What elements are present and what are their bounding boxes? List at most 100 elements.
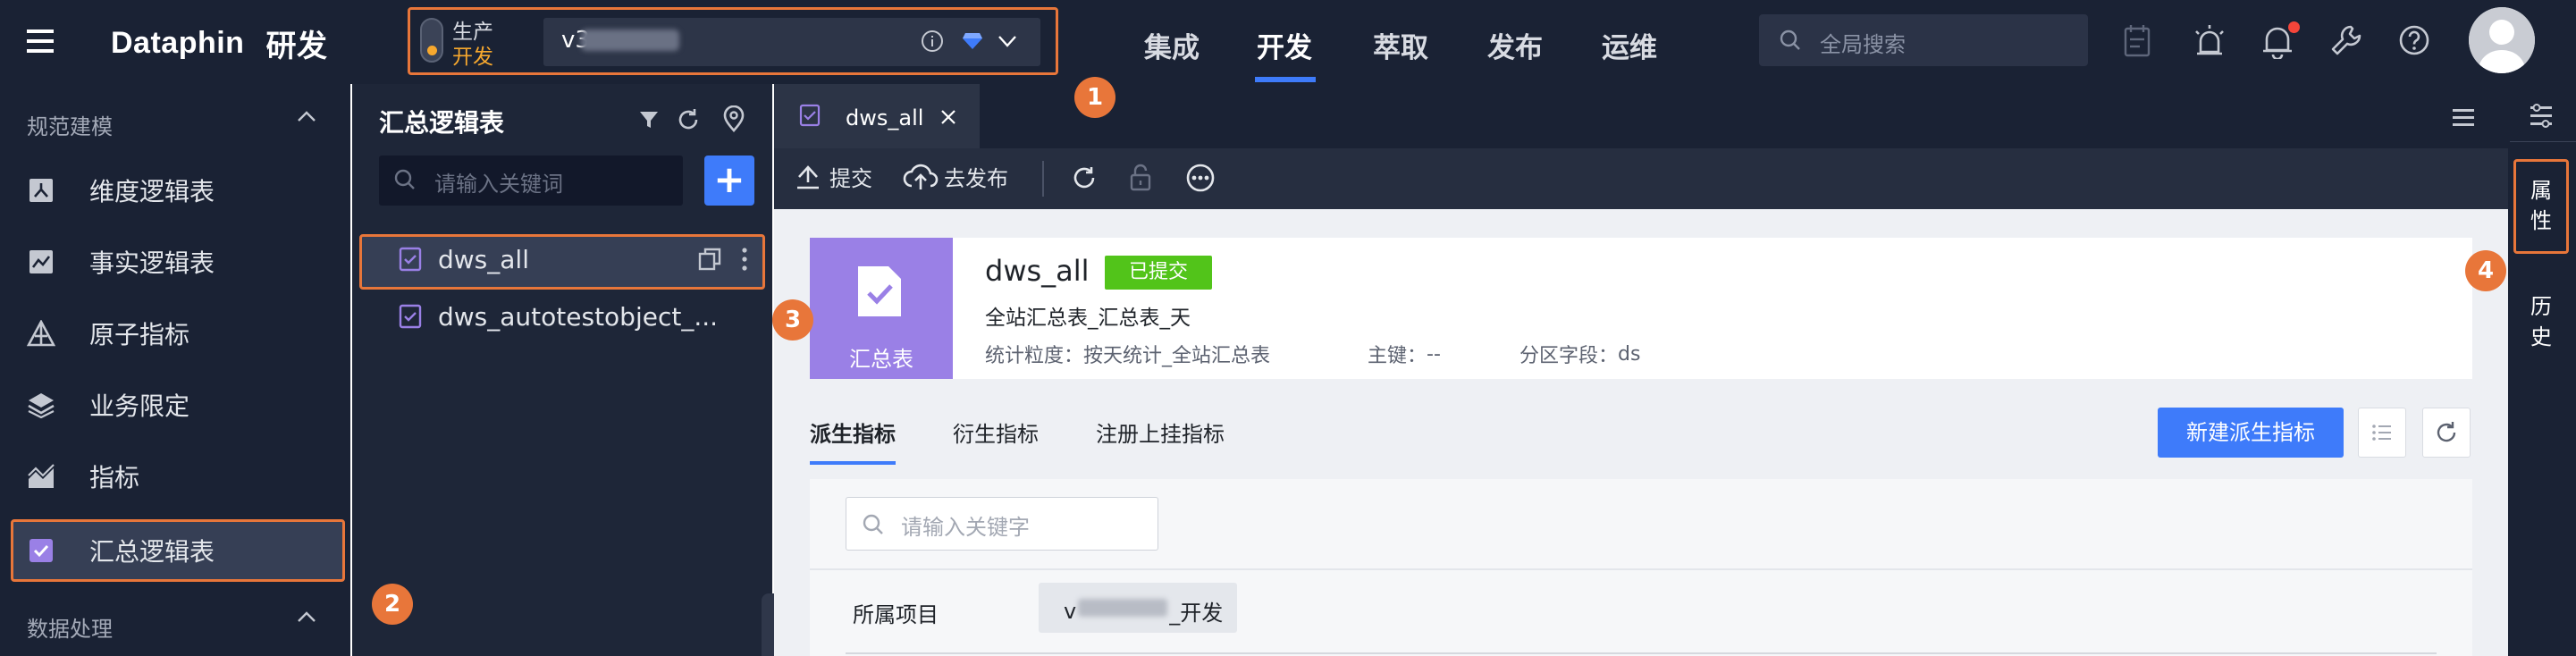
search-icon (393, 168, 417, 191)
sidebar-item-label: 事实逻辑表 (89, 248, 215, 278)
nav-develop[interactable]: 开发 (1257, 25, 1312, 65)
sidebar-item-label: 原子指标 (89, 320, 190, 349)
history-tab[interactable]: 历 史 (2528, 291, 2555, 352)
list-view-button[interactable] (2358, 408, 2406, 458)
app-logo[interactable]: Dataphin 研发 (111, 23, 327, 63)
sidebar-item-business-filter[interactable]: 业务限定 (23, 377, 336, 433)
callout-marker-1: 1 (1074, 77, 1115, 118)
panel-title: 汇总逻辑表 (379, 108, 505, 138)
primary-key-meta: 主键： -- (1368, 340, 1441, 368)
filter-icon[interactable] (638, 109, 660, 130)
sidebar-item-summary-table[interactable]: 汇总逻辑表 (23, 523, 336, 578)
sidebar-item-atomic-metric[interactable]: 原子指标 (23, 306, 336, 361)
callout-marker-3: 3 (772, 299, 813, 341)
unlock-icon (1128, 163, 1153, 191)
active-tab-indicator (810, 461, 896, 465)
status-badge: 已提交 (1105, 256, 1212, 290)
chevron-up-icon[interactable] (295, 105, 318, 129)
search-icon (862, 513, 885, 536)
meta-label: 主键： (1368, 345, 1427, 367)
tab-registered-metrics[interactable]: 注册上挂指标 (1096, 416, 1225, 448)
divider (2510, 141, 2576, 142)
refresh-icon (2437, 422, 2456, 442)
active-nav-indicator (1255, 77, 1316, 82)
meta-label: 统计粒度： (985, 345, 1084, 367)
sidebar-item-dimension-table[interactable]: 维度逻辑表 (23, 163, 336, 218)
refresh-icon[interactable] (676, 107, 701, 132)
close-icon[interactable] (940, 109, 956, 125)
editor-toolbar (774, 148, 2508, 209)
logo-text: Dataphin (111, 25, 245, 60)
table-name: dws_all (985, 254, 1090, 288)
global-search-input[interactable] (1759, 14, 2088, 66)
refresh-button[interactable] (2422, 408, 2471, 458)
user-avatar[interactable] (2469, 7, 2535, 73)
tab-label: dws_all (846, 105, 924, 130)
char: 性 (2530, 208, 2552, 233)
attributes-tab-label: 属 性 (2528, 175, 2555, 236)
chevron-up-icon[interactable] (295, 606, 318, 629)
summary-table-icon (399, 304, 422, 329)
add-summary-table-button[interactable]: + (704, 156, 754, 206)
notification-dot (2288, 21, 2300, 33)
copy-icon[interactable] (697, 247, 722, 272)
chip-suffix: _开发 (1169, 601, 1224, 626)
sidebar-item-label: 业务限定 (89, 391, 190, 421)
char: 属 (2530, 178, 2552, 203)
partition-field-meta: 分区字段： ds (1520, 340, 1640, 368)
panel-settings-icon[interactable] (2528, 102, 2555, 129)
meta-value: ds (1618, 342, 1641, 366)
granularity-meta: 统计粒度： 按天统计_全站汇总表 (985, 340, 1270, 368)
sidebar-item-fact-table[interactable]: 事实逻辑表 (23, 234, 336, 290)
sidebar-item-metric[interactable]: 指标 (23, 449, 336, 504)
nav-extract[interactable]: 萃取 (1373, 25, 1428, 65)
section-data-processing-title[interactable]: 数据处理 (27, 611, 113, 643)
type-label: 汇总表 (849, 347, 913, 372)
nav-integration[interactable]: 集成 (1144, 25, 1200, 65)
section-modeling-title[interactable]: 规范建模 (27, 109, 113, 140)
search-icon (1779, 29, 1802, 52)
go-publish-label: 去发布 (944, 166, 1008, 191)
refresh-icon[interactable] (1071, 164, 1098, 191)
tab-derived-metrics[interactable]: 派生指标 (810, 416, 896, 448)
calendar-report-icon[interactable] (2122, 23, 2154, 59)
panel-resize-handle[interactable] (762, 593, 774, 656)
submit-label: 提交 (829, 166, 872, 191)
atomic-metric-icon (23, 315, 59, 351)
char: 史 (2530, 324, 2552, 349)
toolbar-divider (1042, 161, 1044, 197)
help-icon[interactable] (2397, 23, 2431, 57)
list-item-label[interactable]: dws_autotestobject_... (438, 302, 718, 332)
chevron-down-icon[interactable] (996, 29, 1019, 53)
redacted-project-name (1078, 599, 1167, 617)
env-switch-toggle[interactable] (420, 18, 443, 63)
divider (810, 568, 2472, 570)
alarm-icon[interactable] (2192, 23, 2227, 59)
submit-button[interactable]: 提交 (794, 161, 872, 192)
locate-icon[interactable] (722, 105, 745, 132)
callout-marker-4: 4 (2465, 250, 2506, 291)
diamond-icon (962, 31, 983, 51)
editor-tab-bar (774, 84, 2508, 148)
info-icon[interactable] (921, 29, 944, 53)
nav-operations[interactable]: 运维 (1602, 25, 1657, 65)
new-derived-metric-button[interactable]: 新建派生指标 (2158, 408, 2344, 458)
tab-composite-metrics[interactable]: 衍生指标 (953, 416, 1039, 448)
tab-list-menu-icon[interactable] (2451, 105, 2476, 129)
module-title: 研发 (265, 29, 328, 63)
nav-publish[interactable]: 发布 (1487, 25, 1543, 65)
more-actions-icon[interactable] (1185, 163, 1216, 193)
metric-search-placeholder: 请输入关键字 (901, 515, 1030, 540)
env-dev-label[interactable]: 开发 (452, 39, 493, 70)
chip-prefix: v (1064, 598, 1077, 624)
go-publish-button[interactable]: 去发布 (903, 161, 1008, 192)
hamburger-menu-icon[interactable] (23, 23, 59, 59)
keyword-search-placeholder: 请输入关键词 (434, 172, 563, 197)
wrench-icon[interactable] (2329, 23, 2363, 57)
summary-table-icon (23, 533, 59, 568)
sidebar-item-label: 汇总逻辑表 (89, 537, 215, 567)
meta-value: 按天统计_全站汇总表 (1083, 345, 1271, 367)
more-vertical-icon[interactable] (740, 247, 749, 272)
layers-icon (23, 387, 59, 423)
document-check-icon (854, 263, 905, 320)
